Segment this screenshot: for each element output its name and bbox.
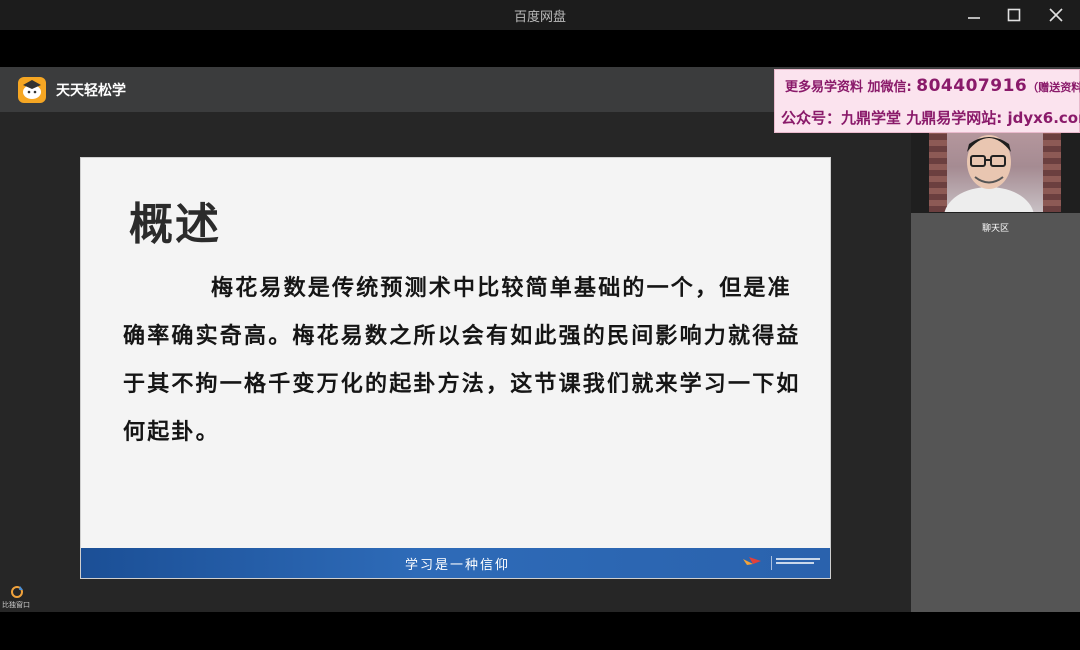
letterbox-top xyxy=(0,30,1080,67)
brand-logo xyxy=(713,555,767,571)
lecture-slide: 概述 梅花易数是传统预测术中比较简单基础的一个，但是准确率确实奇高。梅花易数之所… xyxy=(80,157,831,579)
maximize-button[interactable] xyxy=(992,0,1036,30)
window-titlebar: 百度网盘 xyxy=(0,0,1080,30)
slide-footer: 学习是一种信仰 xyxy=(81,548,830,578)
promo-line-2: 公众号：九鼎学堂 九鼎易学网站: jdyx6.com xyxy=(781,109,1080,127)
slide-title: 概述 xyxy=(129,199,221,250)
close-button[interactable] xyxy=(1034,0,1078,30)
promo-line-1: 更多易学资料 加微信: 804407916（赠送资料） xyxy=(785,76,1080,96)
mini-window-label: 比独窗口 xyxy=(2,601,30,609)
teacher-avatar xyxy=(944,135,1034,212)
minimize-icon xyxy=(968,17,980,19)
wechat-number: 804407916 xyxy=(916,76,1028,96)
maximize-icon xyxy=(1007,8,1021,22)
video-player[interactable]: 天天轻松学 概述 梅花易数是传统预测术中比较简单基础的一个，但是准确率确实奇高。… xyxy=(0,67,1080,612)
refresh-icon xyxy=(10,584,24,598)
mini-window-toggle[interactable]: 比独窗口 xyxy=(2,584,42,610)
slide-motto: 学习是一种信仰 xyxy=(405,558,511,573)
slide-body-text: 梅花易数是传统预测术中比较简单基础的一个，但是准确率确实奇高。梅花易数之所以会有… xyxy=(123,275,801,445)
promo-watermark: 更多易学资料 加微信: 804407916（赠送资料） 公众号：九鼎学堂 九鼎易… xyxy=(774,69,1080,133)
mascot-logo-icon xyxy=(18,77,46,103)
chat-area-label: 聊天区 xyxy=(981,224,1009,234)
teacher-camera-feed xyxy=(929,122,1061,212)
chat-area[interactable]: 聊天区 xyxy=(911,213,1080,612)
minimize-button[interactable] xyxy=(952,0,996,30)
right-panel: 聊天区 xyxy=(911,112,1080,612)
brand-tagline xyxy=(771,556,827,570)
window-title: 百度网盘 xyxy=(513,10,566,25)
app-name: 天天轻松学 xyxy=(56,83,126,99)
presentation-stage: 概述 梅花易数是传统预测术中比较简单基础的一个，但是准确率确实奇高。梅花易数之所… xyxy=(0,112,911,612)
close-icon xyxy=(1049,8,1063,22)
